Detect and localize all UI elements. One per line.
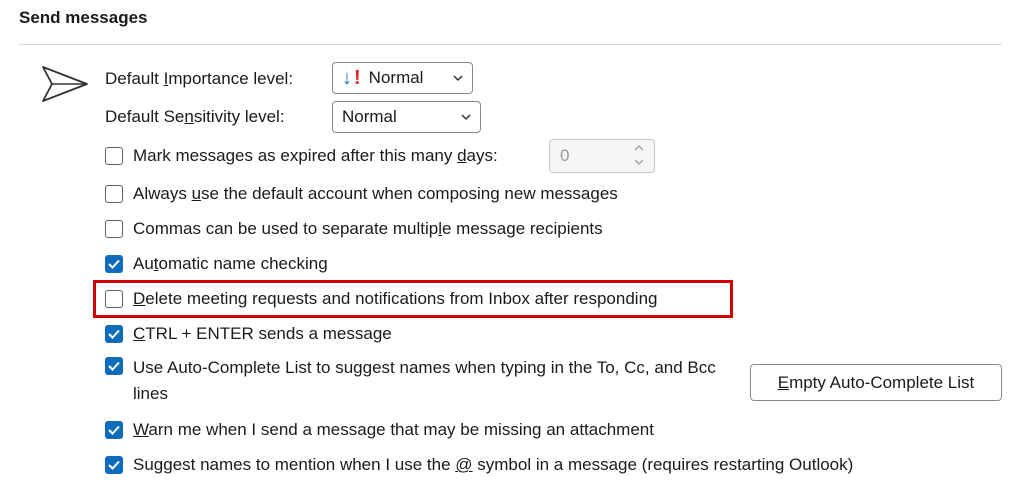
checkmark-icon bbox=[108, 425, 120, 435]
importance-label: Default Importance level: bbox=[105, 69, 294, 88]
importance-value: Normal bbox=[368, 68, 424, 87]
checkbox[interactable] bbox=[105, 220, 123, 238]
expire-days-value: 0 bbox=[560, 146, 570, 165]
expire-option[interactable]: Mark messages as expired after this many… bbox=[105, 145, 498, 167]
checkmark-icon bbox=[108, 361, 120, 371]
chevron-down-icon[interactable] bbox=[634, 158, 644, 166]
checkbox-checked[interactable] bbox=[105, 255, 123, 273]
checkbox-checked[interactable] bbox=[105, 456, 123, 474]
expire-days-spinner[interactable]: 0 bbox=[549, 139, 655, 173]
chevron-up-icon[interactable] bbox=[634, 144, 644, 152]
sensitivity-value: Normal bbox=[342, 107, 397, 126]
option-default-account[interactable]: Always use the default account when comp… bbox=[105, 183, 618, 205]
option-auto-complete[interactable]: Use Auto-Complete List to suggest names … bbox=[105, 355, 723, 407]
section-title: Send messages bbox=[19, 8, 148, 27]
send-icon bbox=[42, 66, 88, 102]
highlight-box bbox=[93, 280, 733, 318]
section-divider bbox=[19, 44, 1002, 45]
option-ctrl-enter[interactable]: CTRL + ENTER sends a message bbox=[105, 323, 392, 345]
expire-checkbox[interactable] bbox=[105, 147, 123, 165]
chevron-down-icon bbox=[453, 75, 463, 82]
sensitivity-label: Default Sensitivity level: bbox=[105, 107, 285, 126]
option-commas-separate[interactable]: Commas can be used to separate multiple … bbox=[105, 218, 603, 240]
option-warn-attachment[interactable]: Warn me when I send a message that may b… bbox=[105, 419, 654, 441]
checkmark-icon bbox=[108, 460, 120, 470]
checkbox-checked[interactable] bbox=[105, 421, 123, 439]
checkbox-checked[interactable] bbox=[105, 357, 123, 375]
checkbox[interactable] bbox=[105, 185, 123, 203]
checkmark-icon bbox=[108, 329, 120, 339]
importance-select[interactable]: ↓! Normal bbox=[332, 62, 473, 94]
sensitivity-select[interactable]: Normal bbox=[332, 101, 481, 133]
option-automatic-name-checking[interactable]: Automatic name checking bbox=[105, 253, 328, 275]
empty-auto-complete-button[interactable]: Empty Auto-Complete List bbox=[750, 364, 1002, 401]
option-suggest-mentions[interactable]: Suggest names to mention when I use the … bbox=[105, 454, 853, 476]
importance-normal-icon: ↓! bbox=[342, 66, 361, 89]
checkmark-icon bbox=[108, 259, 120, 269]
chevron-down-icon bbox=[461, 114, 471, 121]
checkbox-checked[interactable] bbox=[105, 325, 123, 343]
